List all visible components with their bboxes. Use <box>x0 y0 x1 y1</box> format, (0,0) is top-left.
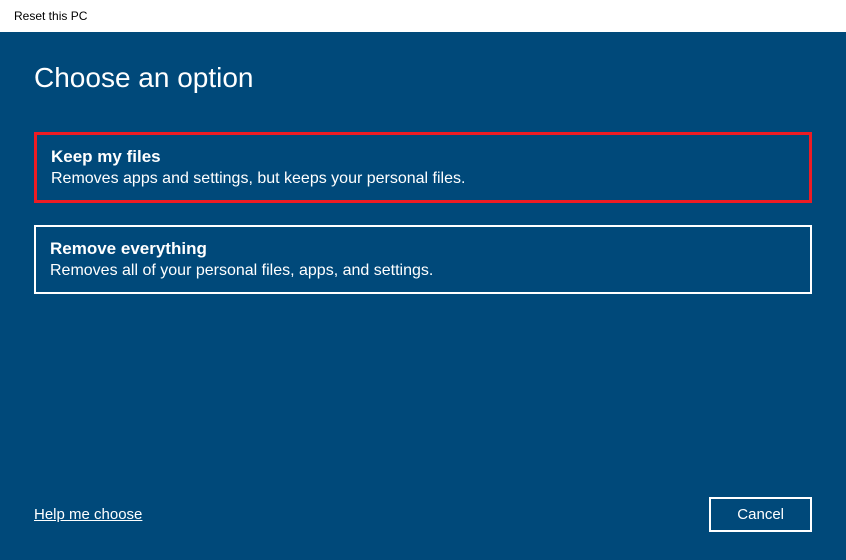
help-me-choose-link[interactable]: Help me choose <box>34 506 142 523</box>
option-description: Removes all of your personal files, apps… <box>50 262 796 280</box>
cancel-button[interactable]: Cancel <box>709 497 812 532</box>
title-bar: Reset this PC <box>0 0 846 32</box>
footer: Help me choose Cancel <box>34 497 812 540</box>
option-description: Removes apps and settings, but keeps you… <box>51 170 795 188</box>
option-title: Keep my files <box>51 147 795 167</box>
option-keep-my-files[interactable]: Keep my files Removes apps and settings,… <box>34 132 812 203</box>
options-list: Keep my files Removes apps and settings,… <box>34 132 812 316</box>
main-panel: Choose an option Keep my files Removes a… <box>0 32 846 560</box>
option-remove-everything[interactable]: Remove everything Removes all of your pe… <box>34 225 812 294</box>
window-title: Reset this PC <box>14 9 87 23</box>
option-title: Remove everything <box>50 239 796 259</box>
page-heading: Choose an option <box>34 62 812 94</box>
